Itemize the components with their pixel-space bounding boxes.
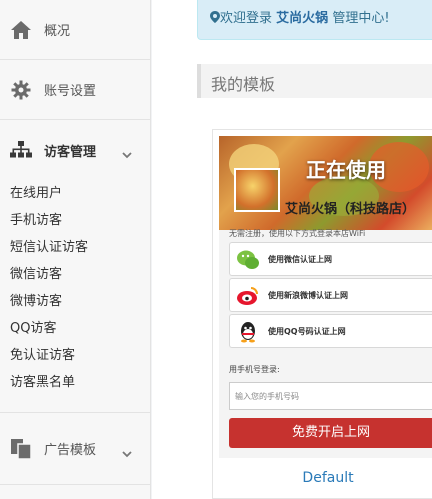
chevron-down-icon bbox=[122, 145, 132, 159]
weibo-auth-label: 使用新浪微博认证上网 bbox=[268, 291, 348, 300]
nav-visitor-management[interactable]: 访客管理 bbox=[0, 120, 150, 180]
login-hint: 无需注册，使用以下方式登录本店WiFi bbox=[229, 229, 366, 238]
phone-login-label: 用手机号登录: bbox=[229, 365, 280, 374]
welcome-prefix: 欢迎登录 bbox=[220, 11, 273, 26]
weibo-auth-option: 使用新浪微博认证上网 bbox=[229, 278, 432, 312]
submenu-weibo-visitors[interactable]: 微博访客 bbox=[10, 288, 150, 315]
home-icon bbox=[10, 19, 32, 41]
template-name-link[interactable]: Default bbox=[213, 470, 432, 486]
shop-name: 艾尚火锅（科技路店） bbox=[285, 202, 416, 217]
nav-overview-label: 概况 bbox=[44, 24, 71, 39]
submenu-wechat-visitors[interactable]: 微信访客 bbox=[10, 261, 150, 288]
submenu-visitor-blacklist[interactable]: 访客黑名单 bbox=[10, 369, 150, 396]
sitemap-icon bbox=[10, 139, 32, 161]
template-preview: 正在使用 艾尚火锅（科技路店） 无需注册，使用以下方式登录本店WiFi 使用微信… bbox=[219, 136, 432, 458]
qq-auth-option: 使用QQ号码认证上网 bbox=[229, 314, 432, 348]
submenu-no-auth-visitors[interactable]: 免认证访客 bbox=[10, 342, 150, 369]
wechat-icon bbox=[236, 248, 260, 272]
template-card[interactable]: 正在使用 艾尚火锅（科技路店） 无需注册，使用以下方式登录本店WiFi 使用微信… bbox=[212, 129, 432, 499]
wechat-auth-option: 使用微信认证上网 bbox=[229, 242, 432, 276]
welcome-banner: 欢迎登录 艾尚火锅 管理中心! bbox=[197, 0, 432, 40]
page-title: 我的模板 bbox=[197, 64, 432, 98]
submenu-mobile-visitors[interactable]: 手机访客 bbox=[10, 207, 150, 234]
nav-visitor-label: 访客管理 bbox=[44, 144, 97, 160]
chevron-down-icon bbox=[122, 444, 132, 457]
wechat-auth-label: 使用微信认证上网 bbox=[268, 255, 332, 264]
welcome-brand: 艾尚火锅 bbox=[276, 11, 329, 26]
phone-input: 输入您的手机号码 bbox=[229, 382, 432, 410]
main-content: 欢迎登录 艾尚火锅 管理中心! 我的模板 正在使用 艾尚火锅（科技路店） 无需注… bbox=[152, 0, 432, 499]
submenu-online-users[interactable]: 在线用户 bbox=[10, 180, 150, 207]
gear-icon bbox=[10, 79, 32, 101]
nav-ad-label: 广告模板 bbox=[44, 443, 97, 458]
sidebar: 概况 账号设置 访客管理 在线用户 手机访客 短信认证访客 微信访客 微博访客 … bbox=[0, 0, 151, 499]
copy-icon bbox=[10, 438, 32, 460]
qq-auth-label: 使用QQ号码认证上网 bbox=[268, 327, 346, 336]
submenu-sms-visitors[interactable]: 短信认证访客 bbox=[10, 234, 150, 261]
nav-overview[interactable]: 概况 bbox=[0, 0, 150, 60]
map-marker-icon bbox=[210, 11, 220, 23]
nav-account-label: 账号设置 bbox=[44, 84, 97, 99]
submenu-qq-visitors[interactable]: QQ访客 bbox=[10, 315, 150, 342]
free-wifi-button: 免费开启上网 bbox=[229, 418, 432, 448]
weibo-icon bbox=[236, 284, 260, 308]
nav-ad-templates[interactable]: 广告模板 bbox=[0, 413, 150, 485]
welcome-suffix: 管理中心! bbox=[332, 11, 390, 26]
shop-logo bbox=[234, 168, 280, 212]
nav-account-settings[interactable]: 账号设置 bbox=[0, 60, 150, 120]
visitor-submenu: 在线用户 手机访客 短信认证访客 微信访客 微博访客 QQ访客 免认证访客 访客… bbox=[0, 180, 150, 413]
qq-icon bbox=[236, 320, 260, 344]
